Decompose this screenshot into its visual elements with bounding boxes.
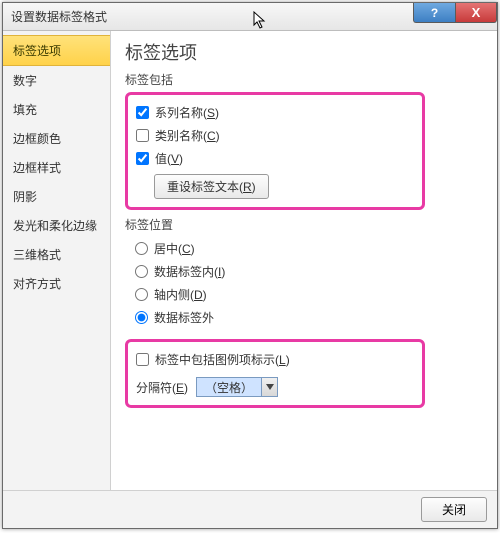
label-pos-inside-base: 轴内侧(D): [154, 286, 207, 303]
row-pos-inside-end: 数据标签内(I): [135, 260, 425, 283]
sidebar-item-label-options[interactable]: 标签选项: [3, 35, 110, 66]
radio-pos-center[interactable]: [135, 242, 148, 255]
sidebar-item-3d-format[interactable]: 三维格式: [3, 240, 110, 269]
dialog-window: 设置数据标签格式 ? X 标签选项 数字 填充 边框颜色 边框样式 阴影 发光和…: [2, 2, 498, 529]
label-pos-center: 居中(C): [154, 240, 195, 257]
sidebar-item-border-color[interactable]: 边框颜色: [3, 124, 110, 153]
position-section-label: 标签位置: [125, 216, 425, 233]
cursor-icon: [253, 11, 267, 29]
close-button[interactable]: X: [455, 3, 497, 23]
sidebar-item-number[interactable]: 数字: [3, 66, 110, 95]
checkbox-value[interactable]: [136, 152, 149, 165]
sidebar-item-fill[interactable]: 填充: [3, 95, 110, 124]
label-separator: 分隔符(E): [136, 379, 188, 396]
row-category-name: 类别名称(C): [136, 124, 414, 147]
sidebar-item-shadow[interactable]: 阴影: [3, 182, 110, 211]
row-pos-center: 居中(C): [135, 237, 425, 260]
row-series-name: 系列名称(S): [136, 101, 414, 124]
dialog-body: 标签选项 数字 填充 边框颜色 边框样式 阴影 发光和柔化边缘 三维格式 对齐方…: [3, 31, 497, 490]
label-value: 值(V): [155, 150, 183, 167]
chevron-down-icon: [261, 378, 277, 396]
close-dialog-button[interactable]: 关闭: [421, 497, 487, 522]
content-pane: 标签选项 标签包括 系列名称(S) 类别名称(C) 值(V): [111, 31, 497, 490]
highlight-separator: 标签中包括图例项标示(L) 分隔符(E) （空格）: [125, 339, 425, 408]
checkbox-category-name[interactable]: [136, 129, 149, 142]
page-title: 标签选项: [125, 39, 425, 65]
label-pos-inside-end: 数据标签内(I): [154, 263, 225, 280]
row-pos-outside-end: 数据标签外: [135, 306, 425, 329]
radio-pos-outside-end[interactable]: [135, 311, 148, 324]
radio-pos-inside-base[interactable]: [135, 288, 148, 301]
label-pos-outside-end: 数据标签外: [154, 309, 214, 326]
sidebar: 标签选项 数字 填充 边框颜色 边框样式 阴影 发光和柔化边缘 三维格式 对齐方…: [3, 31, 111, 490]
separator-value: （空格）: [197, 378, 261, 396]
titlebar-buttons: ? X: [413, 3, 497, 23]
row-separator: 分隔符(E) （空格）: [136, 377, 414, 397]
separator-combobox[interactable]: （空格）: [196, 377, 278, 397]
sidebar-item-alignment[interactable]: 对齐方式: [3, 269, 110, 298]
sidebar-item-border-style[interactable]: 边框样式: [3, 153, 110, 182]
label-legend-key: 标签中包括图例项标示(L): [155, 351, 290, 368]
reset-label-text-button[interactable]: 重设标签文本(R): [154, 174, 269, 199]
sidebar-item-glow[interactable]: 发光和柔化边缘: [3, 211, 110, 240]
row-legend-key: 标签中包括图例项标示(L): [136, 348, 414, 371]
help-button[interactable]: ?: [413, 3, 455, 23]
includes-section-label: 标签包括: [125, 71, 425, 88]
label-category-name: 类别名称(C): [155, 127, 220, 144]
dialog-footer: 关闭: [3, 490, 497, 528]
radio-pos-inside-end[interactable]: [135, 265, 148, 278]
window-title: 设置数据标签格式: [3, 8, 107, 25]
checkbox-series-name[interactable]: [136, 106, 149, 119]
titlebar: 设置数据标签格式 ? X: [3, 3, 497, 31]
label-series-name: 系列名称(S): [155, 104, 219, 121]
highlight-includes: 系列名称(S) 类别名称(C) 值(V) 重设标签文本(R): [125, 92, 425, 210]
checkbox-legend-key[interactable]: [136, 353, 149, 366]
row-pos-inside-base: 轴内侧(D): [135, 283, 425, 306]
row-value: 值(V): [136, 147, 414, 170]
